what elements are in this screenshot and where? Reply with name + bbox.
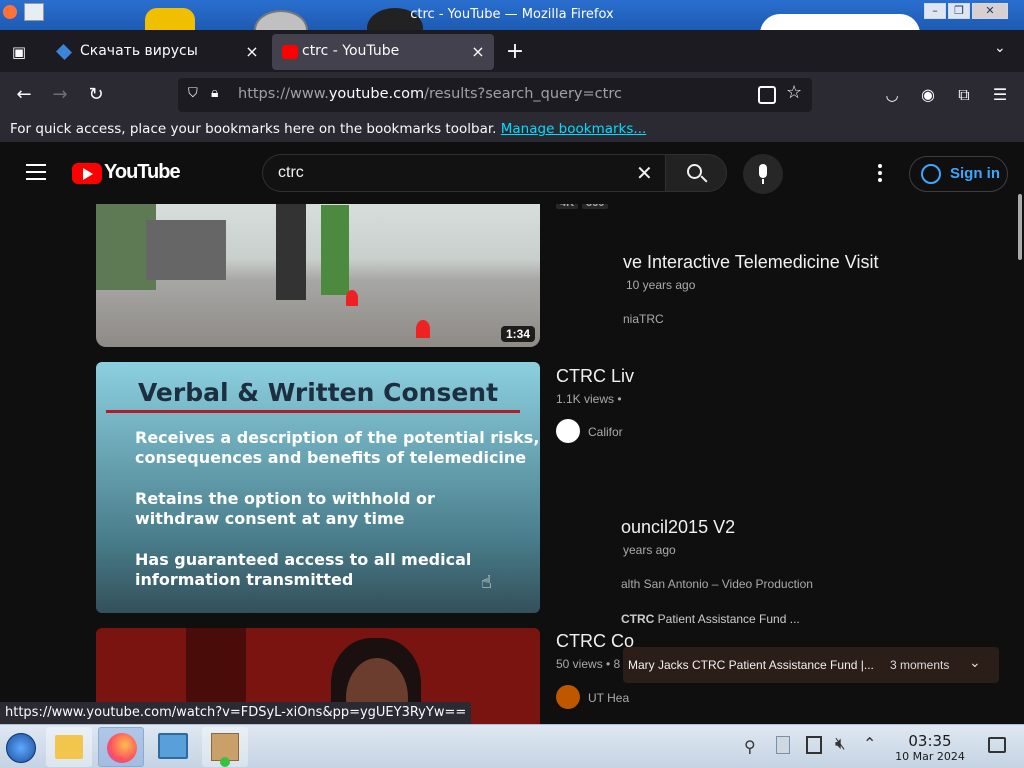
file-manager-icon[interactable] [46,727,92,767]
pocket-icon[interactable]: ◡ [877,80,907,110]
scrollbar-thumb[interactable] [1018,194,1022,260]
shield-icon[interactable]: ⛉ [188,86,204,102]
slide-line: Has guaranteed access to all medical [135,550,472,569]
firefox-taskbar-icon[interactable] [98,727,144,767]
start-button[interactable] [0,727,42,767]
channel-name[interactable]: UT Hea [588,691,629,705]
video-title[interactable]: ouncil2015 V2 [621,517,735,538]
hamburger-menu-icon[interactable]: ☰ [985,80,1015,110]
translate-icon[interactable] [758,86,776,104]
hand-cursor-icon: ☝ [481,572,492,593]
link-status-url: https://www.youtube.com/watch?v=FDSyL-xi… [0,702,472,724]
minimize-button[interactable]: – [924,3,946,19]
tab-label: Скачать вирусы [80,43,198,59]
slide-line: consequences and benefits of telemedicin… [135,448,527,467]
close-window-button[interactable]: ✕ [972,3,1008,19]
window-title: ctrc - YouTube — Mozilla Firefox [410,7,614,22]
clear-search-icon[interactable]: ✕ [636,161,653,185]
reload-button[interactable]: ↻ [81,80,111,110]
voice-search-button[interactable] [743,154,783,194]
video-meta: 1.1K views • [556,392,622,406]
clock-time: 03:35 [908,732,952,750]
slide-line: withdraw consent at any time [135,509,405,528]
notifications-icon[interactable]: ⚲ [744,737,756,756]
youtube-header: YouTube ctrc ✕ Sign in [0,142,1024,204]
channel-name[interactable]: Califor [588,425,623,439]
control-panel-icon[interactable] [150,727,196,767]
moments-count: 3 moments [890,658,950,672]
video-thumbnail[interactable]: Verbal & Written Consent Receives a desc… [96,362,540,613]
youtube-logo-text[interactable]: YouTube [104,161,181,184]
video-meta: years ago [623,543,676,557]
moments-title: Mary Jacks CTRC Patient Assistance Fund … [628,658,874,672]
navigation-toolbar: ← → ↻ ⛉ 🔒︎ https://www.youtube.com/resul… [0,72,1024,118]
manage-bookmarks-link[interactable]: Manage bookmarks... [501,121,647,137]
video-meta: 10 years ago [626,278,696,292]
chapter-line: CTRC Patient Assistance Fund ... [621,612,800,626]
guide-menu-icon[interactable] [26,164,46,180]
channel-avatar[interactable] [556,685,580,709]
windows-logo-icon [6,733,36,763]
slide-line: information transmitted [135,570,354,589]
extensions-icon[interactable]: ⧉ [949,80,979,110]
sign-in-label: Sign in [950,165,1000,182]
channel-name[interactable]: niaTRC [623,312,664,326]
youtube-favicon-icon [282,45,298,59]
microphone-icon [759,164,767,178]
tab-youtube[interactable]: ctrc - YouTube × [272,34,494,70]
sign-in-button[interactable]: Sign in [909,156,1008,192]
forward-button[interactable]: → [45,80,75,110]
maximize-button[interactable]: ❐ [948,3,970,19]
url-text[interactable]: https://www.youtube.com/results?search_q… [238,86,622,102]
slide-title: Verbal & Written Consent [137,378,499,407]
back-button[interactable]: ← [9,80,39,110]
storage-icon[interactable] [806,736,822,754]
key-moments-button[interactable]: Mary Jacks CTRC Patient Assistance Fund … [623,647,999,683]
volume-muted-icon[interactable]: 🔇︎ [835,734,846,754]
bookmarks-toolbar: For quick access, place your bookmarks h… [0,118,1024,142]
more-options-icon[interactable] [878,164,882,182]
window-titlebar: ctrc - YouTube — Mozilla Firefox – ❐ ✕ [0,0,1024,30]
slide-line: Receives a description of the potential … [135,428,540,447]
clock-date: 10 Mar 2024 [895,750,965,763]
tab-strip: ▣ Скачать вирусы × ctrc - YouTube × + ⌄ [0,30,1024,72]
youtube-logo-icon[interactable] [72,163,102,184]
clipboard-icon[interactable] [776,736,790,754]
tab-close-icon[interactable]: × [468,42,488,62]
channel-avatar[interactable] [556,419,580,443]
user-icon [921,164,941,184]
video-duration: 1:34 [500,326,535,342]
chevron-down-icon: ⌄ [969,655,981,671]
search-query[interactable]: ctrc [278,164,304,182]
page-scrollbar[interactable] [1016,190,1024,724]
channel-name[interactable]: alth San Antonio – Video Production [621,577,813,591]
bookmark-star-icon[interactable]: ☆ [786,82,802,103]
list-all-tabs-icon[interactable]: ▣ [6,39,32,65]
clock[interactable]: 03:35 10 Mar 2024 [888,732,972,763]
account-icon[interactable]: ◉ [913,80,943,110]
video-title[interactable]: ve Interactive Telemedicine Visit [623,252,878,273]
video-title[interactable]: CTRC Liv [556,366,634,387]
youtube-page: 1:34 4K 360 ve Interactive Telemedicine … [0,142,1024,724]
taskbar: ⚲ 🔇︎ ⌃ 03:35 10 Mar 2024 [0,724,1024,768]
search-button[interactable] [665,154,727,192]
package-installer-icon[interactable] [202,727,248,767]
video-meta: 50 views • 8 [556,657,621,671]
show-desktop-icon[interactable] [988,737,1006,753]
tab-downloads[interactable]: Скачать вирусы × [46,34,268,70]
slide-line: Retains the option to withhold or [135,489,435,508]
bookmarks-hint: For quick access, place your bookmarks h… [10,121,497,137]
tab-close-icon[interactable]: × [242,42,262,62]
tray-expand-icon[interactable]: ⌃ [863,734,876,753]
url-bar[interactable]: ⛉ 🔒︎ https://www.youtube.com/results?sea… [178,78,812,112]
tab-label: ctrc - YouTube [302,43,400,59]
lock-icon[interactable]: 🔒︎ [211,85,227,103]
video-thumbnail[interactable]: 1:34 [96,200,540,347]
search-input[interactable]: ctrc ✕ [262,154,666,192]
chevron-down-icon[interactable]: ⌄ [994,40,1014,62]
site-favicon-icon [56,44,72,60]
new-tab-button[interactable]: + [503,39,527,65]
